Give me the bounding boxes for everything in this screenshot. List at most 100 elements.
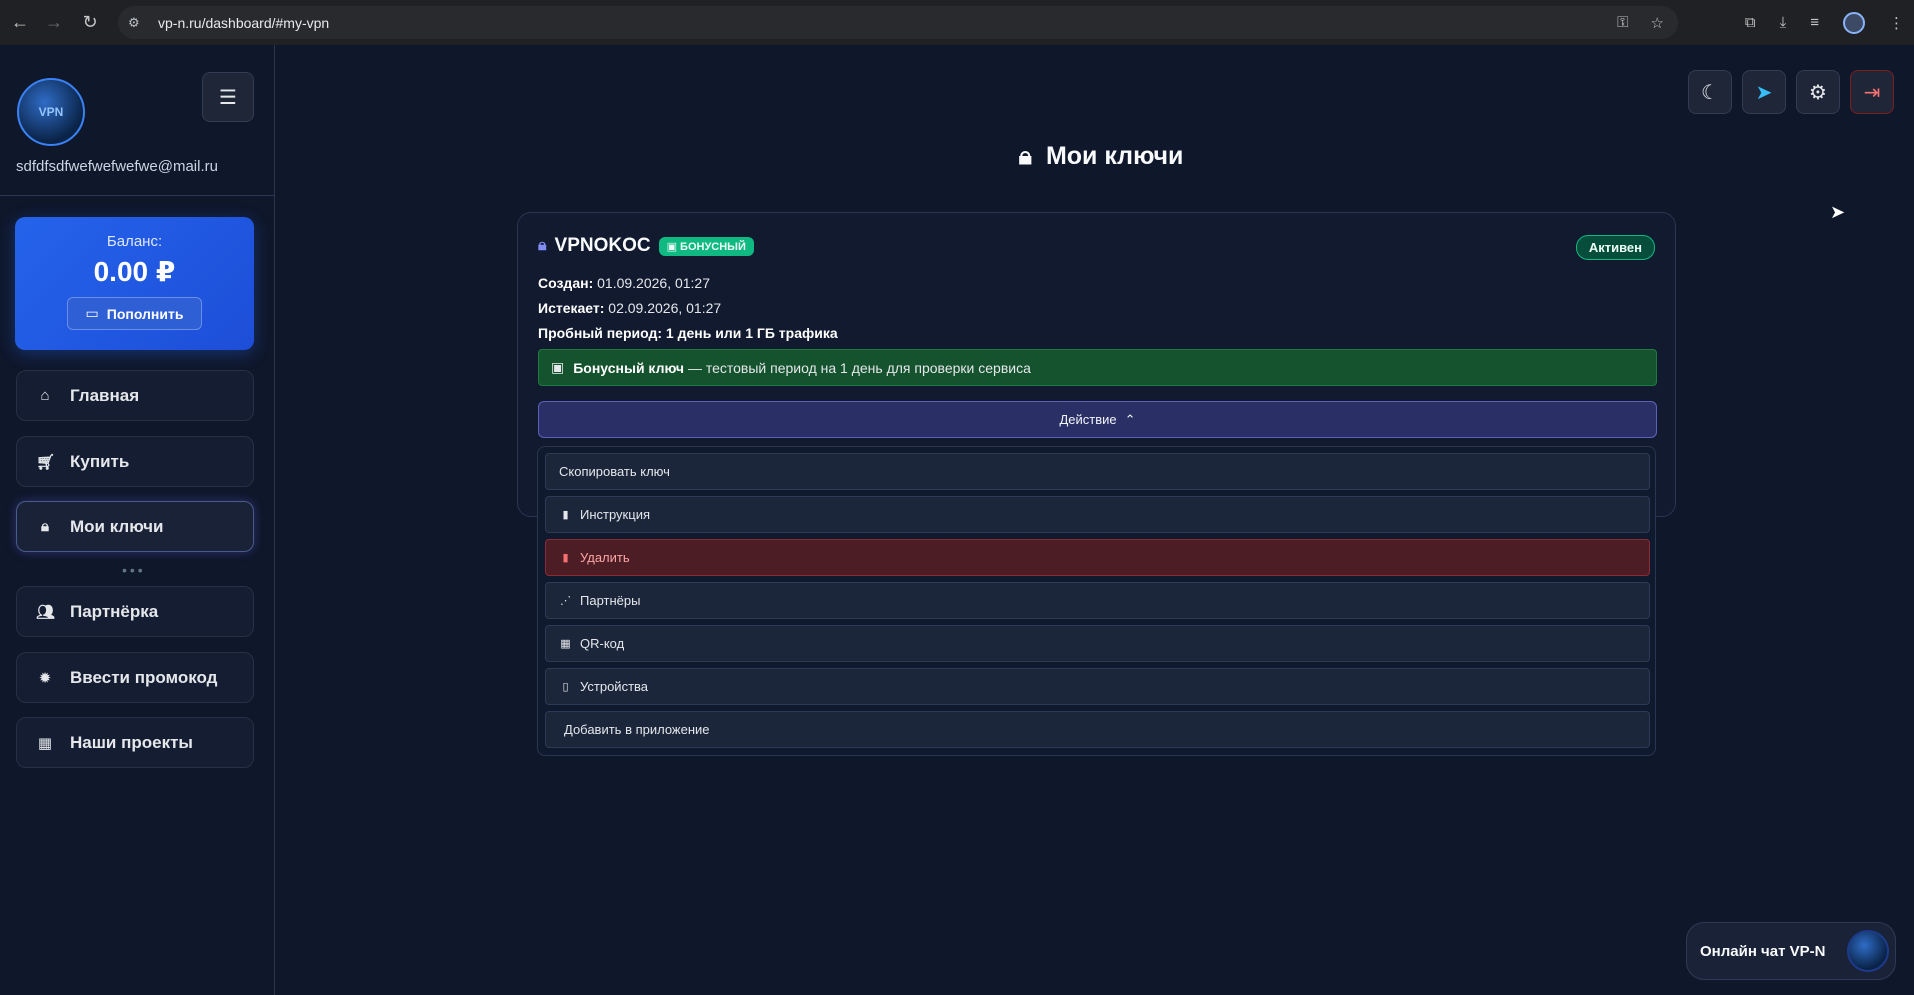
hamburger-icon: ☰ bbox=[219, 86, 237, 109]
bonus-note-text: Бонусный ключ — тестовый период на 1 ден… bbox=[573, 360, 1031, 376]
dropdown-item-label: Добавить в приложение bbox=[564, 722, 710, 737]
mouse-cursor-icon: ➤ bbox=[1830, 202, 1846, 222]
card-icon: ▭ bbox=[85, 305, 99, 321]
telegram-button[interactable]: ➤ bbox=[1742, 70, 1786, 114]
menu-toggle-button[interactable]: ☰ bbox=[202, 72, 254, 122]
star-icon[interactable]: ☆ bbox=[1651, 14, 1664, 32]
sidebar-item-partners[interactable]: 👥︎ Партнёрка bbox=[16, 586, 254, 637]
lock-icon: 🔒︎ bbox=[1018, 142, 1032, 170]
sidebar-item-projects[interactable]: ▦ Наши проекты bbox=[16, 717, 254, 768]
trash-icon: ▮ bbox=[562, 552, 569, 564]
partners-item[interactable]: ⋰ Партнёры bbox=[545, 582, 1650, 619]
created-label: Создан: bbox=[538, 275, 594, 291]
site-settings-icon[interactable]: ⚙ bbox=[128, 15, 150, 31]
page-title-text: Мои ключи bbox=[1045, 142, 1184, 170]
theme-toggle-button[interactable]: ☾ bbox=[1688, 70, 1732, 114]
moon-icon: ☾ bbox=[1701, 81, 1719, 104]
device-icon: ▯ bbox=[562, 681, 569, 693]
chat-widget[interactable]: Онлайн чат VP-N bbox=[1686, 922, 1896, 980]
partners-icon: ⋰ bbox=[560, 595, 571, 607]
bonus-note-rest: — тестовый период на 1 день для проверки… bbox=[687, 359, 1031, 376]
forward-icon[interactable]: → bbox=[36, 4, 72, 40]
expires-line: Истекает: 02.09.2026, 01:27 bbox=[538, 300, 721, 316]
logout-icon: ⇥ bbox=[1863, 81, 1881, 104]
expires-value: 02.09.2026, 01:27 bbox=[608, 300, 722, 316]
created-line: Создан: 01.09.2026, 01:27 bbox=[538, 275, 710, 291]
topup-button[interactable]: ▭ Пополнить bbox=[67, 297, 202, 330]
bonus-badge-text: бонусный bbox=[680, 240, 746, 253]
gift-icon: ▣ bbox=[551, 359, 565, 375]
trial-line: Пробный период: 1 день или 1 ГБ трафика bbox=[538, 325, 838, 341]
media-icon[interactable]: ≡ bbox=[1810, 14, 1819, 31]
browser-toolbar: ← → ↻ ⚙ vp-n.ru/dashboard/#my-vpn ⚿ ☆ ⧉ … bbox=[0, 0, 1914, 45]
sidebar-item-buy[interactable]: 🛒︎ Купить bbox=[16, 436, 254, 487]
dropdown-item-label: Устройства bbox=[580, 679, 649, 694]
sidebar-item-label: Мои ключи bbox=[70, 516, 164, 536]
dropdown-item-label: Партнёры bbox=[580, 593, 641, 608]
lock-icon: 🔒︎ bbox=[41, 518, 49, 535]
action-label: Действие bbox=[1059, 412, 1117, 427]
created-value: 01.09.2026, 01:27 bbox=[597, 275, 711, 291]
url-text[interactable]: vp-n.ru/dashboard/#my-vpn bbox=[158, 15, 329, 31]
cart-icon: 🛒︎ bbox=[36, 453, 56, 471]
actions-dropdown: Скопировать ключ ▮ Инструкция ▮ Удалить … bbox=[537, 446, 1656, 756]
sidebar-item-home[interactable]: ⌂ Главная bbox=[16, 370, 254, 421]
scroll-dots: ••• bbox=[122, 562, 146, 578]
balance-label: Баланс: bbox=[106, 233, 163, 250]
dropdown-item-label: Скопировать ключ bbox=[559, 464, 670, 479]
key-icon[interactable]: ⚿ bbox=[1617, 14, 1628, 32]
sidebar-item-promo[interactable]: ✹ Ввести промокод bbox=[16, 652, 254, 703]
key-header: 🔒︎ VPNOKOC ▣ бонусный bbox=[538, 235, 754, 257]
book-icon: ▮ bbox=[562, 509, 569, 521]
delete-item[interactable]: ▮ Удалить bbox=[545, 539, 1650, 576]
extensions-icon[interactable]: ⧉ bbox=[1745, 14, 1756, 31]
more-icon[interactable]: ⋮ bbox=[1889, 14, 1904, 32]
sidebar-item-label: Купить bbox=[70, 451, 130, 471]
telegram-icon: ➤ bbox=[1755, 81, 1773, 104]
bonus-badge: ▣ бонусный bbox=[658, 236, 754, 256]
dropdown-item-label: QR-код bbox=[580, 636, 625, 651]
sidebar-item-label: Партнёрка bbox=[70, 601, 159, 621]
logout-button[interactable]: ⇥ bbox=[1850, 70, 1894, 114]
chat-label: Онлайн чат VP-N bbox=[1700, 942, 1826, 960]
copy-key-item[interactable]: Скопировать ключ bbox=[545, 453, 1650, 490]
topup-label: Пополнить bbox=[106, 305, 184, 322]
sidebar-item-my-keys[interactable]: 🔒︎ Мои ключи bbox=[16, 501, 254, 552]
dropdown-item-label: Удалить bbox=[580, 550, 630, 565]
bonus-note-bold: Бонусный ключ bbox=[573, 359, 685, 376]
back-icon[interactable]: ← bbox=[2, 4, 38, 40]
qr-icon: ▦ bbox=[560, 638, 571, 650]
sidebar-item-label: Ввести промокод bbox=[70, 667, 218, 687]
sidebar-item-label: Главная bbox=[70, 385, 140, 405]
page-title: 🔒︎ Мои ключи bbox=[0, 142, 1914, 171]
gear-icon: ⚙ bbox=[1809, 81, 1827, 104]
chevron-up-icon: ⌃ bbox=[1124, 411, 1136, 427]
reload-icon[interactable]: ↻ bbox=[72, 4, 108, 40]
status-badge: Активен bbox=[1575, 235, 1655, 260]
home-icon: ⌂ bbox=[40, 387, 50, 404]
add-to-app-item[interactable]: Добавить в приложение bbox=[545, 711, 1650, 748]
balance-value: 0.00 ₽ bbox=[93, 256, 176, 287]
key-name: VPNOKOC bbox=[554, 235, 651, 256]
logo-text: VPN bbox=[38, 105, 64, 119]
instruction-item[interactable]: ▮ Инструкция bbox=[545, 496, 1650, 533]
settings-button[interactable]: ⚙ bbox=[1796, 70, 1840, 114]
address-bar[interactable]: ⚙ vp-n.ru/dashboard/#my-vpn ⚿ ☆ bbox=[118, 6, 1678, 39]
bonus-note: ▣ Бонусный ключ — тестовый период на 1 д… bbox=[538, 349, 1657, 386]
profile-avatar[interactable] bbox=[1843, 11, 1865, 34]
chat-avatar bbox=[1847, 930, 1889, 972]
action-button[interactable]: Действие ⌃ bbox=[538, 401, 1657, 438]
logo[interactable]: VPN bbox=[17, 78, 85, 146]
dropdown-item-label: Инструкция bbox=[580, 507, 650, 522]
badge-icon: ✹ bbox=[38, 669, 52, 687]
sidebar-divider bbox=[0, 195, 275, 196]
users-icon: 👥︎ bbox=[36, 603, 56, 621]
devices-item[interactable]: ▯ Устройства bbox=[545, 668, 1650, 705]
download-icon[interactable]: ⤓ bbox=[1780, 14, 1787, 31]
sidebar-item-label: Наши проекты bbox=[70, 732, 193, 752]
expires-label: Истекает: bbox=[538, 300, 605, 316]
sidebar: VPN ☰ sdfdfsdfwefwefwefwe@mail.ru Баланс… bbox=[0, 45, 275, 995]
qr-code-item[interactable]: ▦ QR-код bbox=[545, 625, 1650, 662]
grid-icon: ▦ bbox=[37, 734, 53, 752]
trial-text: Пробный период: 1 день или 1 ГБ трафика bbox=[538, 325, 838, 341]
